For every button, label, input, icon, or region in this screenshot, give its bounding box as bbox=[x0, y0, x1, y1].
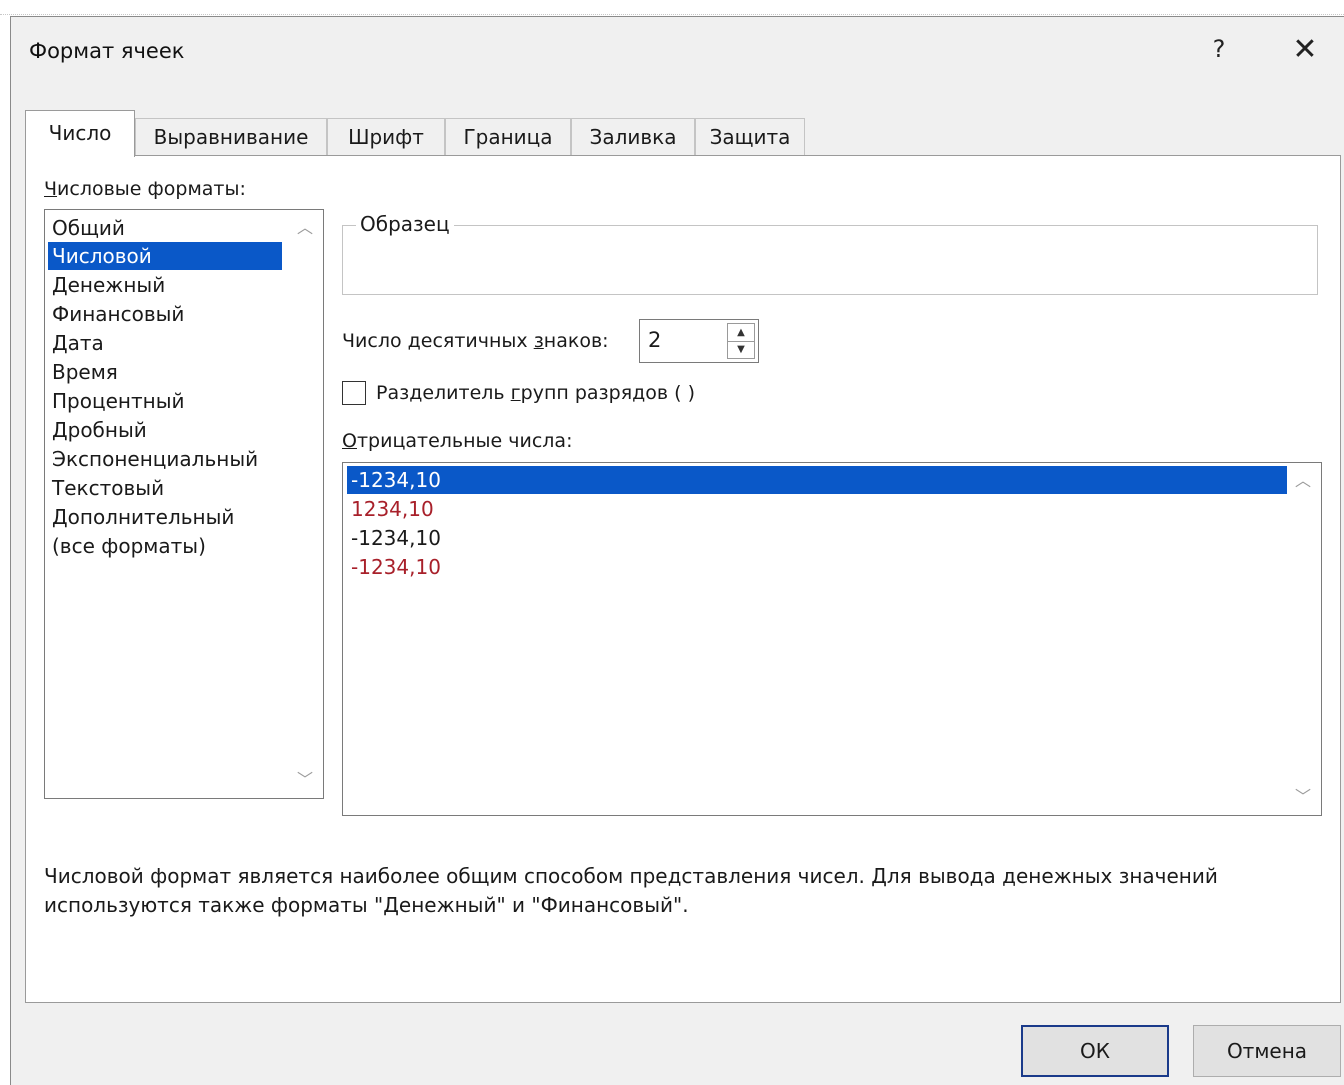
list-item[interactable]: Время bbox=[48, 358, 282, 386]
scroll-down-icon[interactable]: ﹀ bbox=[288, 765, 322, 795]
list-item[interactable]: Дробный bbox=[48, 416, 282, 444]
list-item[interactable]: 1234,10 bbox=[347, 495, 1287, 523]
negative-numbers-list[interactable]: -1234,10 1234,10 -1234,10 -1234,10 ︿ ﹀ bbox=[342, 462, 1322, 816]
list-item[interactable]: Дополнительный bbox=[48, 503, 282, 531]
spin-down-icon[interactable]: ▼ bbox=[728, 341, 754, 358]
tab-panel-number: Числовые форматы: Общий Числовой Денежны… bbox=[25, 155, 1341, 1003]
list-item[interactable]: -1234,10 bbox=[347, 524, 1287, 552]
help-icon[interactable]: ? bbox=[1207, 35, 1231, 65]
decimals-label-post: наков: bbox=[543, 330, 609, 352]
close-icon[interactable]: ✕ bbox=[1289, 35, 1321, 67]
tab-fill[interactable]: Заливка bbox=[571, 118, 695, 156]
thousands-separator-checkbox[interactable] bbox=[342, 381, 366, 405]
category-label: Числовые форматы: bbox=[44, 178, 246, 200]
tab-protection[interactable]: Защита bbox=[695, 118, 805, 156]
category-list[interactable]: Общий Числовой Денежный Финансовый Дата … bbox=[44, 209, 324, 799]
scroll-up-icon[interactable]: ︿ bbox=[1286, 466, 1320, 496]
tab-alignment[interactable]: Выравнивание bbox=[135, 118, 327, 156]
category-label-text: исловые форматы: bbox=[57, 178, 246, 200]
separator-label-post: рупп разрядов ( ) bbox=[520, 382, 696, 404]
list-item[interactable]: Экспоненциальный bbox=[48, 445, 282, 473]
list-item[interactable]: -1234,10 bbox=[347, 553, 1287, 581]
spinner-buttons[interactable]: ▲ ▼ bbox=[727, 323, 755, 359]
decimals-spinner[interactable]: 2 ▲ ▼ bbox=[639, 319, 759, 363]
sample-group bbox=[342, 225, 1318, 295]
negative-numbers-label: Отрицательные числа: bbox=[342, 430, 572, 452]
scroll-up-icon[interactable]: ︿ bbox=[288, 213, 322, 243]
dialog-title: Формат ячеек bbox=[29, 39, 185, 63]
ok-button[interactable]: ОК bbox=[1021, 1025, 1169, 1077]
negative-label-accel: О bbox=[342, 430, 357, 452]
list-item[interactable]: Процентный bbox=[48, 387, 282, 415]
category-label-accel: Ч bbox=[44, 178, 58, 200]
tab-font[interactable]: Шрифт bbox=[327, 118, 445, 156]
spin-up-icon[interactable]: ▲ bbox=[728, 324, 754, 342]
decimals-label: Число десятичных знаков: bbox=[342, 330, 609, 352]
background-strip bbox=[0, 0, 1344, 15]
list-item-selected[interactable]: -1234,10 bbox=[347, 466, 1287, 494]
scroll-down-icon[interactable]: ﹀ bbox=[1286, 782, 1320, 812]
list-item[interactable]: Финансовый bbox=[48, 300, 282, 328]
tab-number[interactable]: Число bbox=[25, 110, 135, 157]
list-item[interactable]: Дата bbox=[48, 329, 282, 357]
separator-label-accel: г bbox=[510, 382, 521, 404]
cancel-button[interactable]: Отмена bbox=[1193, 1025, 1341, 1077]
list-item-selected[interactable]: Числовой bbox=[48, 242, 282, 270]
decimals-value[interactable]: 2 bbox=[648, 328, 661, 352]
thousands-separator-label[interactable]: Разделитель групп разрядов ( ) bbox=[376, 382, 695, 404]
sample-label: Образец bbox=[356, 212, 454, 236]
negative-label-text: трицательные числа: bbox=[356, 430, 573, 452]
format-cells-dialog: Формат ячеек ? ✕ Число Выравнивание Шриф… bbox=[10, 16, 1344, 1085]
decimals-label-pre: Число десятичных bbox=[342, 330, 534, 352]
list-item[interactable]: Денежный bbox=[48, 271, 282, 299]
format-description: Числовой формат является наиболее общим … bbox=[44, 864, 1218, 917]
negative-scrollbar[interactable]: ︿ ﹀ bbox=[1286, 464, 1320, 814]
list-item[interactable]: Текстовый bbox=[48, 474, 282, 502]
decimals-label-accel: з bbox=[533, 330, 544, 352]
separator-label-pre: Разделитель bbox=[376, 382, 511, 404]
category-scrollbar[interactable]: ︿ ﹀ bbox=[288, 211, 322, 797]
list-item[interactable]: (все форматы) bbox=[48, 532, 282, 560]
list-item[interactable]: Общий bbox=[48, 214, 282, 242]
tab-border[interactable]: Граница bbox=[445, 118, 571, 156]
